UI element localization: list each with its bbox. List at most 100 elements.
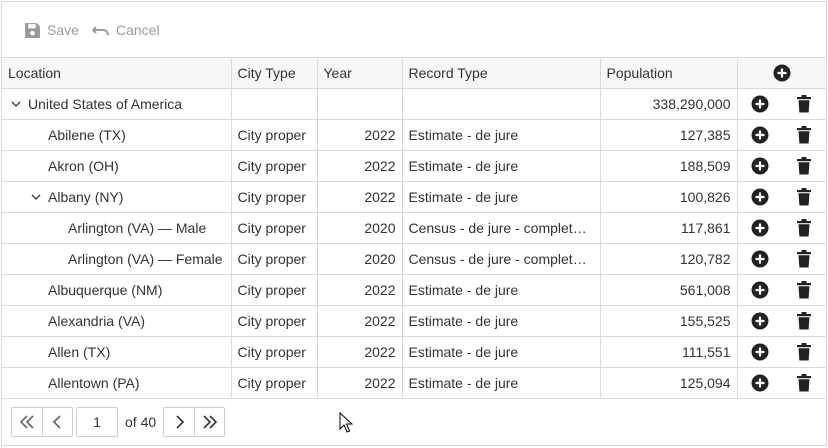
column-header-year[interactable]: Year — [316, 58, 403, 89]
cell-year: 2022 — [316, 180, 403, 213]
add-child-button[interactable] — [751, 219, 769, 237]
table-row[interactable]: Arlington (VA) — Male City proper 2020 Cens… — [2, 211, 826, 244]
delete-row-button[interactable] — [796, 342, 812, 361]
table-row[interactable]: Albuquerque (NM) City proper 2022 Estimate … — [2, 273, 826, 306]
table-row[interactable]: Abilene (TX) City proper 2022 Estimate - de… — [2, 118, 826, 151]
delete-row-button[interactable] — [796, 311, 812, 330]
row-indent — [28, 158, 44, 174]
delete-row-button[interactable] — [796, 280, 812, 299]
page-number-input[interactable] — [76, 407, 118, 437]
pager: of 40 — [2, 398, 826, 445]
cell-location: Arlington (VA) — Female — [2, 242, 232, 275]
cell-city-type — [230, 87, 318, 120]
toolbar: Save Cancel — [2, 2, 826, 58]
plus-circle-icon — [751, 188, 769, 205]
pager-nav-forward — [163, 407, 225, 437]
cell-commands — [736, 273, 826, 306]
add-child-button[interactable] — [751, 281, 769, 299]
header-row: Location City Type Year Record Type Popu… — [2, 58, 826, 89]
first-page-button[interactable] — [12, 408, 42, 436]
column-header-commands — [736, 58, 826, 89]
cell-city-type: City proper — [230, 304, 318, 337]
location-text: Alexandria (VA) — [48, 312, 146, 329]
chevron-left-icon — [52, 415, 61, 429]
cancel-label: Cancel — [116, 22, 160, 38]
prev-page-button[interactable] — [42, 408, 72, 436]
table-row[interactable]: Allen (TX) City proper 2022 Estimate - de j… — [2, 335, 826, 368]
add-child-button[interactable] — [751, 188, 769, 206]
location-text: United States of America — [28, 95, 183, 112]
location-text: Abilene (TX) — [48, 126, 126, 143]
add-child-button[interactable] — [751, 343, 769, 361]
location-text: Arlington (VA) — Female — [68, 250, 223, 267]
cell-commands — [736, 118, 826, 151]
cell-population: 117,861 — [599, 211, 738, 244]
expand-toggle[interactable] — [8, 96, 24, 112]
table-row[interactable]: Akron (OH) City proper 2022 Estimate - de j… — [2, 149, 826, 182]
last-page-button[interactable] — [194, 408, 224, 436]
cell-year: 2020 — [316, 242, 403, 275]
column-header-location[interactable]: Location — [2, 58, 232, 89]
add-child-button[interactable] — [751, 250, 769, 268]
location-text: Allen (TX) — [48, 343, 111, 360]
page-count-label: of 40 — [125, 414, 157, 430]
cell-city-type: City proper — [230, 180, 318, 213]
cancel-button[interactable]: Cancel — [92, 16, 160, 44]
plus-circle-icon — [751, 312, 769, 329]
column-header-city-type[interactable]: City Type — [230, 58, 318, 89]
delete-row-button[interactable] — [796, 373, 812, 392]
cell-record-type: Estimate - de jure — [401, 366, 601, 399]
cell-city-type: City proper — [230, 366, 318, 399]
cell-year: 2020 — [316, 211, 403, 244]
add-child-button[interactable] — [751, 157, 769, 175]
table-row[interactable]: Alexandria (VA) City proper 2022 Estimate -… — [2, 304, 826, 337]
pager-nav-back — [11, 407, 73, 437]
table-row[interactable]: Allentown (PA) City proper 2022 Estimate - … — [2, 366, 826, 399]
location-text: Akron (OH) — [48, 157, 119, 174]
delete-row-button[interactable] — [796, 94, 812, 113]
cell-location: Alexandria (VA) — [2, 304, 232, 337]
cell-commands — [736, 366, 826, 399]
table-row[interactable]: Arlington (VA) — Female City proper 2020 Ce… — [2, 242, 826, 275]
cell-location: Albany (NY) — [2, 180, 232, 213]
delete-row-button[interactable] — [796, 218, 812, 237]
delete-row-button[interactable] — [796, 156, 812, 175]
column-header-record-type[interactable]: Record Type — [401, 58, 601, 89]
cell-commands — [736, 304, 826, 337]
expand-toggle[interactable] — [28, 189, 44, 205]
delete-row-button[interactable] — [796, 187, 812, 206]
cell-record-type: Estimate - de jure — [401, 273, 601, 306]
cell-record-type: Estimate - de jure — [401, 180, 601, 213]
row-indent — [48, 251, 64, 267]
plus-circle-icon — [751, 374, 769, 391]
save-label: Save — [47, 22, 79, 38]
delete-row-button[interactable] — [796, 125, 812, 144]
next-page-button[interactable] — [164, 408, 194, 436]
table-row[interactable]: United States of America 338,290,000 — [2, 87, 826, 120]
add-child-button[interactable] — [751, 374, 769, 392]
location-text: Albany (NY) — [48, 188, 124, 205]
table-row[interactable]: Albany (NY) City proper 2022 Estimate - de … — [2, 180, 826, 213]
plus-circle-icon — [751, 219, 769, 236]
add-child-button[interactable] — [751, 126, 769, 144]
cell-year: 2022 — [316, 118, 403, 151]
add-child-button[interactable] — [751, 95, 769, 113]
cell-record-type: Estimate - de jure — [401, 335, 601, 368]
add-child-button[interactable] — [751, 312, 769, 330]
cell-commands — [736, 149, 826, 182]
cell-record-type — [401, 87, 601, 120]
cell-commands — [736, 335, 826, 368]
cell-population: 188,509 — [599, 149, 738, 182]
row-indent — [28, 375, 44, 391]
cell-location: Akron (OH) — [2, 149, 232, 182]
cell-commands — [736, 242, 826, 275]
save-button[interactable]: Save — [24, 16, 79, 44]
data-table: Location City Type Year Record Type Popu… — [2, 58, 826, 399]
row-indent — [28, 127, 44, 143]
delete-row-button[interactable] — [796, 249, 812, 268]
cell-population: 338,290,000 — [599, 87, 738, 120]
plus-circle-icon — [751, 157, 769, 174]
double-chevron-right-icon — [202, 415, 217, 429]
add-root-button[interactable] — [773, 64, 791, 82]
column-header-population[interactable]: Population — [599, 58, 738, 89]
